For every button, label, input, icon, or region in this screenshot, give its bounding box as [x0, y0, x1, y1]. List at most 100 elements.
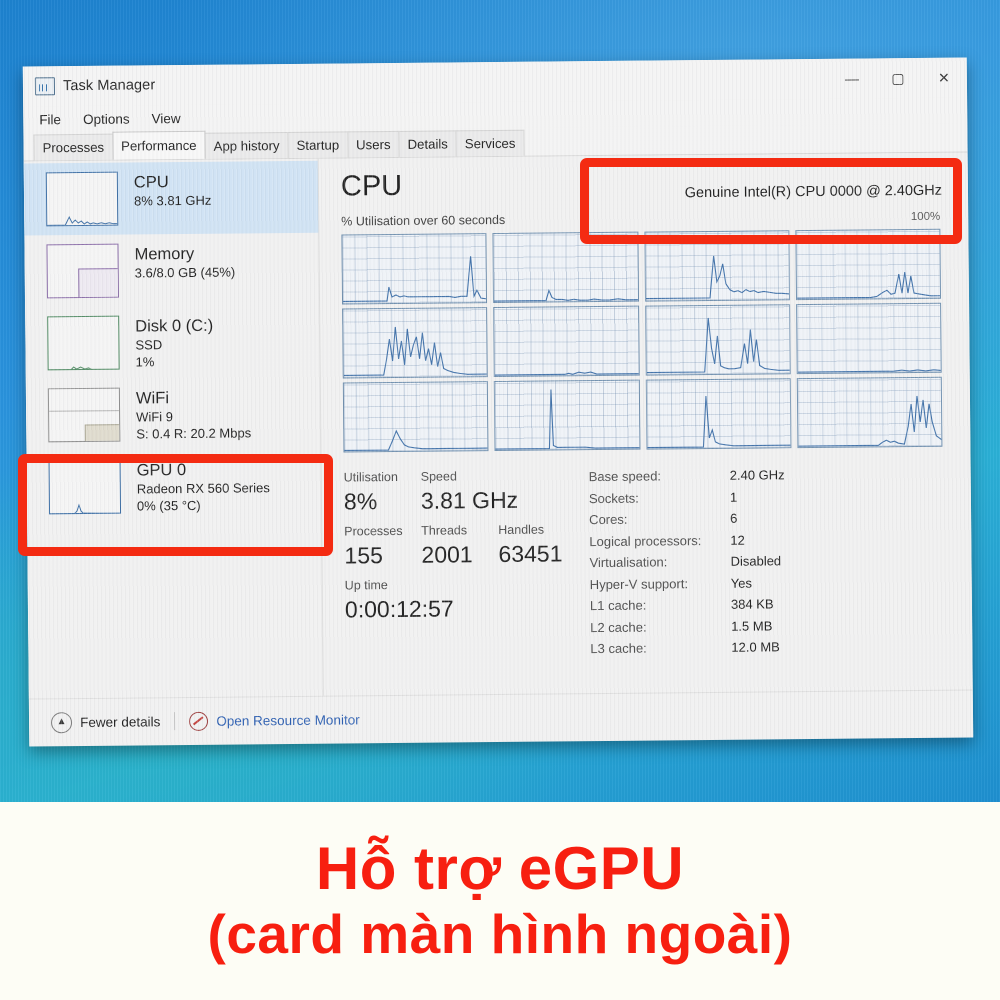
detail-key: Base speed: — [588, 468, 662, 485]
stat-processes-value: 155 — [344, 542, 383, 569]
stat-threads-label: Threads — [421, 523, 468, 538]
detail-value: 6 — [730, 510, 738, 526]
sidebar-cpu-text: CPU 8% 3.81 GHz — [134, 171, 212, 210]
stat-utilisation-label: Utilisation — [343, 469, 398, 485]
detail-key: Hyper-V support: — [589, 575, 689, 592]
wifi-thumbnail-graph — [47, 387, 121, 443]
table-row: Base speed: 2.40 GHz — [588, 464, 786, 487]
detail-key: Logical processors: — [589, 532, 702, 549]
sidebar-memory-title: Memory — [134, 244, 195, 264]
graph-caption: % Utilisation over 60 seconds — [341, 212, 506, 229]
stat-utilisation-value: 8% — [343, 488, 378, 515]
sidebar-cpu-title: CPU — [133, 173, 169, 192]
tab-startup[interactable]: Startup — [287, 131, 349, 159]
sidebar-wifi-sub2: S: 0.4 R: 20.2 Mbps — [136, 425, 252, 442]
cpu-core-graph — [342, 307, 489, 379]
sidebar-item-disk[interactable]: Disk 0 (C:) SSD 1% — [25, 305, 320, 380]
menu-item-options[interactable]: Options — [81, 111, 132, 128]
sidebar-disk-sub2: 1% — [135, 354, 155, 370]
page-title: CPU — [340, 169, 403, 203]
cpu-core-graph — [795, 302, 942, 375]
window-footer: ▲ Fewer details Open Resource Monitor — [28, 689, 974, 746]
sidebar-disk-text: Disk 0 (C:) SSD 1% — [135, 315, 213, 371]
gpu-0-highlight-box — [18, 454, 333, 556]
stat-speed-label: Speed — [420, 469, 457, 484]
caption-line-2: (card màn hình ngoài) — [207, 903, 793, 965]
menu-item-view[interactable]: View — [149, 110, 182, 127]
sidebar-wifi-title: WiFi — [135, 389, 170, 408]
stat-uptime: Up time 0:00:12:57 — [345, 575, 454, 630]
cpu-core-graph — [341, 233, 488, 305]
stats-row-utilisation-speed: Utilisation 8% Speed 3.81 GHz — [344, 466, 577, 522]
stats-row-processes-threads-handles: Processes 155 Threads 2001 Handles 63451 — [344, 520, 577, 576]
cpu-thumbnail-graph — [45, 171, 119, 227]
sidebar-cpu-sub: 8% 3.81 GHz — [133, 192, 212, 209]
cpu-core-graph — [796, 376, 943, 449]
sidebar-wifi-text: WiFi WiFi 9 S: 0.4 R: 20.2 Mbps — [136, 386, 251, 442]
stats-row-uptime: Up time 0:00:12:57 — [345, 574, 578, 630]
tab-services[interactable]: Services — [455, 129, 525, 157]
cpu-model-highlight-box — [580, 158, 962, 244]
open-resource-monitor-label: Open Resource Monitor — [216, 711, 360, 729]
table-row: Logical processors: 12 — [588, 529, 786, 552]
stat-utilisation: Utilisation 8% — [344, 468, 422, 523]
sidebar-memory-text: Memory 3.6/8.0 GB (45%) — [134, 243, 235, 282]
cpu-core-graph — [644, 304, 791, 376]
sidebar-item-wifi[interactable]: WiFi WiFi 9 S: 0.4 R: 20.2 Mbps — [26, 377, 321, 452]
detail-key: Virtualisation: — [589, 554, 668, 571]
detail-key: L1 cache: — [589, 597, 647, 614]
stat-handles-value: 63451 — [498, 540, 563, 568]
cpu-stats-left: Utilisation 8% Speed 3.81 GHz Processes — [344, 466, 578, 662]
detail-value: 12.0 MB — [731, 639, 780, 655]
disk-thumbnail-graph — [47, 315, 120, 371]
sidebar-disk-sub1: SSD — [135, 337, 163, 353]
cpu-core-graph — [645, 378, 792, 450]
maximize-button[interactable]: ▢ — [875, 58, 921, 98]
tab-app-history[interactable]: App history — [204, 131, 289, 159]
detail-key: Sockets: — [588, 490, 639, 506]
cpu-core-graph — [342, 381, 489, 453]
window-title: Task Manager — [62, 77, 156, 95]
sidebar-item-cpu[interactable]: CPU 8% 3.81 GHz — [23, 160, 319, 236]
detail-value: 1.5 MB — [731, 617, 773, 634]
tab-details[interactable]: Details — [398, 130, 457, 157]
resource-sidebar: CPU 8% 3.81 GHz Memory 3.6/8.0 GB (45%) — [23, 158, 324, 699]
table-row: Hyper-V support: Yes — [589, 572, 787, 595]
stat-handles: Handles 63451 — [498, 520, 576, 575]
stat-processes-label: Processes — [344, 523, 403, 539]
sidebar-item-memory[interactable]: Memory 3.6/8.0 GB (45%) — [24, 233, 319, 308]
cpu-core-graph — [493, 305, 640, 378]
tab-performance[interactable]: Performance — [111, 130, 206, 160]
table-row: L3 cache: 12.0 MB — [589, 636, 787, 659]
stat-threads: Threads 2001 — [421, 521, 499, 576]
stat-speed: Speed 3.81 GHz — [421, 467, 519, 522]
detail-value: 1 — [729, 489, 738, 505]
stat-uptime-label: Up time — [344, 578, 388, 593]
sidebar-wifi-sub1: WiFi 9 — [136, 409, 174, 425]
caption-band: Hỗ trợ eGPU (card màn hình ngoài) — [0, 802, 1000, 1000]
detail-key: L2 cache: — [590, 619, 647, 635]
detail-value: 2.40 GHz — [729, 467, 785, 483]
cpu-system-details: Base speed: 2.40 GHz Sockets: 1 Cores: 6 Lo… — [588, 464, 788, 659]
detail-value: 12 — [730, 532, 745, 548]
open-resource-monitor-link[interactable]: Open Resource Monitor — [189, 710, 360, 731]
menu-item-file[interactable]: File — [37, 111, 63, 128]
fewer-details-button[interactable]: ▲ Fewer details — [50, 711, 160, 733]
screenshot-root: Task Manager — ▢ ✕ File Options View Pro… — [0, 0, 1000, 1000]
tab-users[interactable]: Users — [346, 130, 400, 158]
detail-key: L3 cache: — [590, 640, 647, 657]
stat-speed-value: 3.81 GHz — [420, 486, 519, 514]
chevron-up-icon: ▲ — [50, 711, 73, 733]
detail-value: 384 KB — [730, 596, 774, 612]
detail-value: Disabled — [730, 553, 782, 569]
caption-line-1: Hỗ trợ eGPU — [315, 835, 685, 902]
memory-thumbnail-graph — [46, 243, 119, 299]
cpu-core-graph — [494, 379, 640, 452]
minimize-button[interactable]: — — [829, 58, 875, 98]
table-row: L1 cache: 384 KB — [589, 593, 787, 616]
tab-processes[interactable]: Processes — [33, 133, 114, 161]
close-button[interactable]: ✕ — [921, 57, 967, 97]
sidebar-disk-title: Disk 0 (C:) — [135, 316, 214, 336]
stat-handles-label: Handles — [498, 522, 545, 538]
footer-divider — [174, 712, 176, 731]
